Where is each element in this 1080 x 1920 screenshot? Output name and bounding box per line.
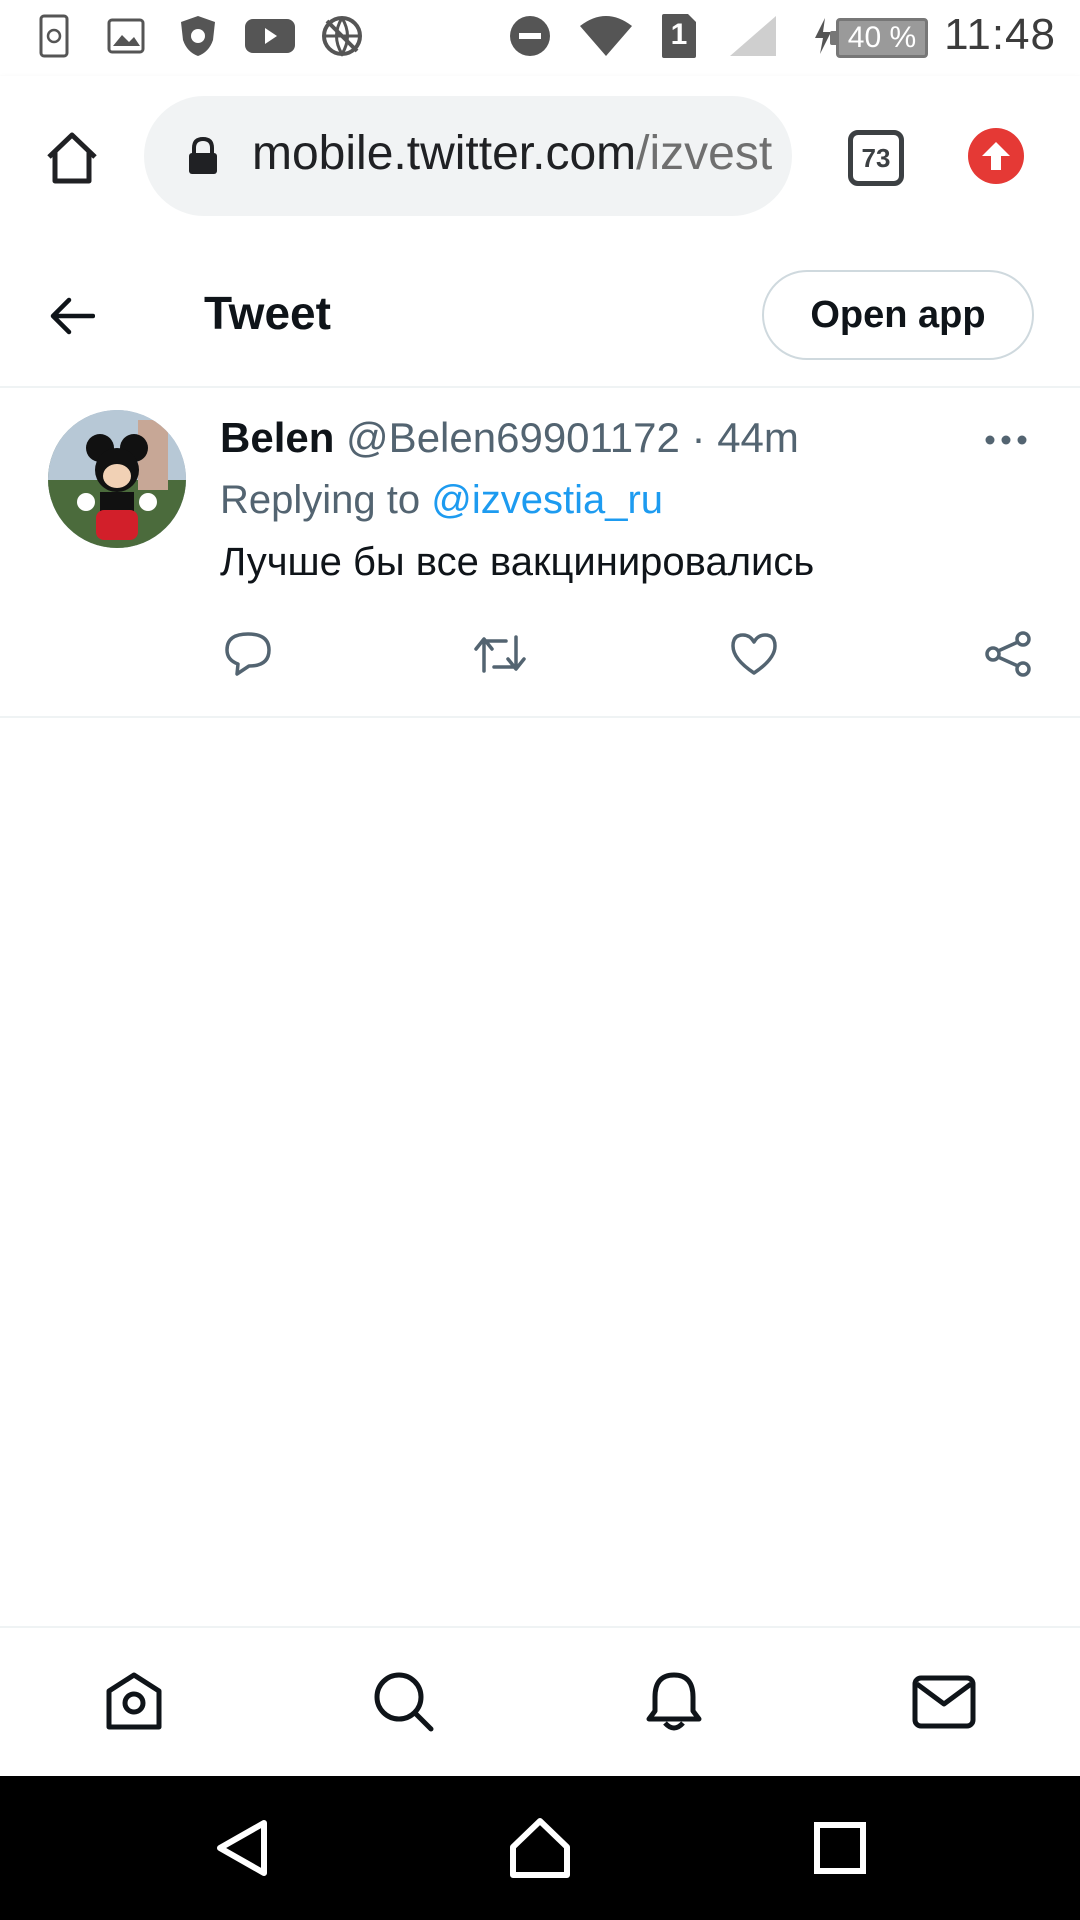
sim-slot-label: 1 <box>670 18 688 51</box>
arrow-left-icon[interactable] <box>44 288 100 344</box>
tab-switcher-button[interactable]: 73 <box>848 130 904 186</box>
avatar[interactable] <box>48 410 186 548</box>
open-app-button[interactable]: Open app <box>762 270 1034 360</box>
home-icon[interactable] <box>98 1666 170 1738</box>
like-icon[interactable] <box>726 626 782 682</box>
tweet-time[interactable]: 44m <box>717 414 799 461</box>
do-not-disturb-icon <box>508 14 552 58</box>
url-path: /izvestia_ru <box>636 127 772 180</box>
page-title: Tweet <box>204 287 331 339</box>
back-triangle-icon[interactable] <box>206 1812 278 1884</box>
search-icon[interactable] <box>368 1666 440 1738</box>
recents-square-icon[interactable] <box>804 1812 876 1884</box>
browser-toolbar: mobile.twitter.com/izvestia_ru 73 <box>0 76 1080 240</box>
sim-icon: 1 <box>660 14 698 58</box>
vpn-globe-icon <box>320 14 364 58</box>
author-name[interactable]: Belen <box>220 414 334 461</box>
more-options-icon[interactable] <box>980 420 1032 460</box>
retweet-icon[interactable] <box>472 626 528 682</box>
replying-to: Replying to @izvestia_ru <box>220 478 663 523</box>
tweet-actions <box>220 626 1040 686</box>
antivirus-icon <box>176 14 220 58</box>
author-handle[interactable]: @Belen69901172 <box>346 414 680 461</box>
reply-icon[interactable] <box>220 626 276 682</box>
youtube-icon <box>244 14 296 58</box>
sync-icon <box>36 14 72 58</box>
battery-level: 40 % <box>847 21 917 54</box>
battery-icon: 40 % <box>830 18 928 58</box>
url-host: mobile.twitter.com <box>252 127 637 180</box>
lock-icon <box>186 136 220 176</box>
tweet-byline: Belen @Belen69901172 · 44m <box>220 414 799 462</box>
messages-icon[interactable] <box>908 1666 980 1738</box>
home-icon[interactable] <box>40 126 104 190</box>
android-nav-bar <box>0 1776 1080 1920</box>
signal-icon <box>728 14 778 58</box>
tweet-header: Tweet Open app <box>0 240 1080 388</box>
tweet[interactable]: Belen @Belen69901172 · 44m Replying to @… <box>0 390 1080 718</box>
address-bar[interactable]: mobile.twitter.com/izvestia_ru <box>144 96 792 216</box>
bottom-nav <box>0 1626 1080 1776</box>
update-arrow-icon[interactable] <box>968 128 1024 184</box>
clock: 11:48 <box>944 10 1056 59</box>
home-circle-icon[interactable] <box>504 1812 576 1884</box>
status-bar: 1 40 % 11:48 <box>0 0 1080 76</box>
tweet-text: Лучше бы все вакцинировались <box>220 540 815 584</box>
url-text: mobile.twitter.com/izvestia_ru <box>252 126 772 181</box>
tabs-count: 73 <box>861 142 891 173</box>
image-icon <box>106 14 146 58</box>
replying-to-link[interactable]: @izvestia_ru <box>431 478 663 522</box>
share-icon[interactable] <box>980 626 1036 682</box>
wifi-icon <box>578 14 634 58</box>
replying-prefix: Replying to <box>220 478 432 522</box>
separator: · <box>691 414 706 461</box>
notifications-icon[interactable] <box>638 1666 710 1738</box>
